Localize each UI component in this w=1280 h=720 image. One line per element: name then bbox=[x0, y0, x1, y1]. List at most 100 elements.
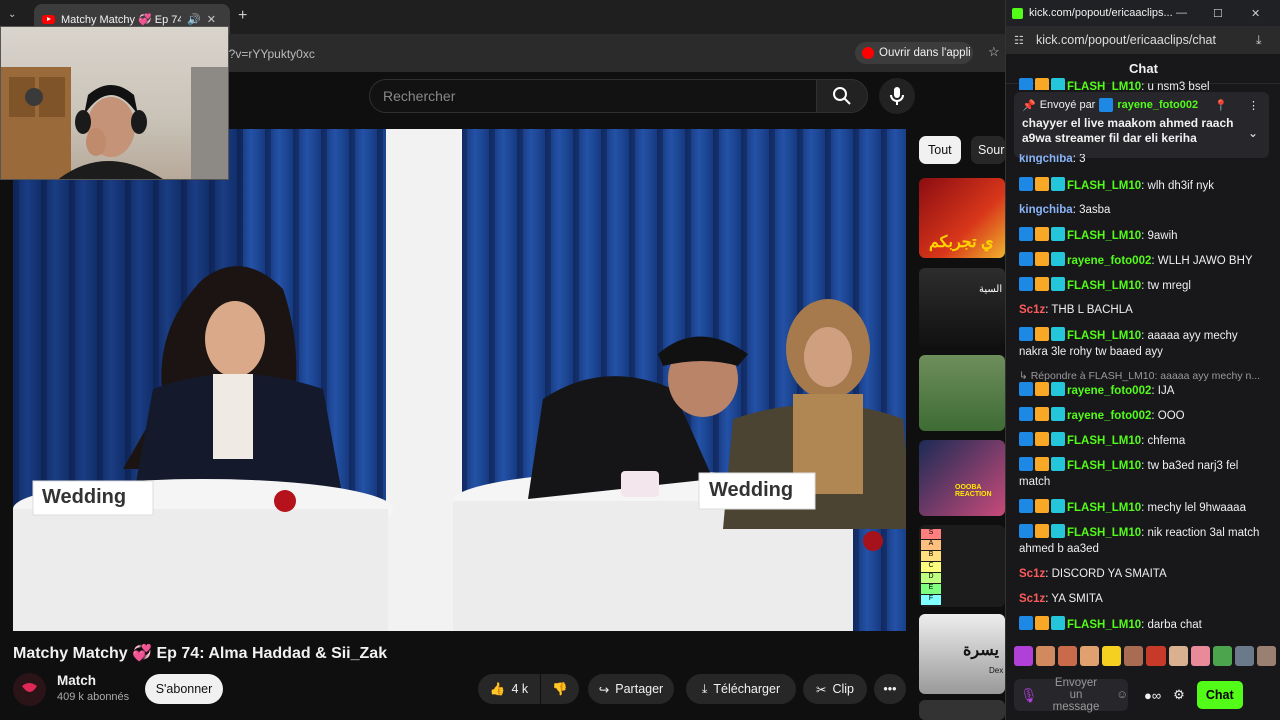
send-chat-button[interactable]: Chat bbox=[1196, 681, 1243, 709]
emote-icon[interactable] bbox=[1080, 646, 1100, 666]
chat-username[interactable]: FLASH_LM10 bbox=[1067, 280, 1141, 292]
chat-username[interactable]: Sc1z bbox=[1019, 593, 1045, 605]
chat-message: FLASH_LM10: tw mregl bbox=[1019, 277, 1269, 294]
share-label: Partager bbox=[615, 682, 664, 696]
chat-username[interactable]: FLASH_LM10 bbox=[1067, 460, 1141, 472]
chat-username[interactable]: FLASH_LM10 bbox=[1067, 502, 1141, 514]
close-window-icon[interactable]: ✕ bbox=[1251, 7, 1260, 20]
chat-username[interactable]: FLASH_LM10 bbox=[1067, 435, 1141, 447]
recommendation-thumbnail[interactable]: السية bbox=[919, 268, 1005, 346]
download-button[interactable]: ⤓ Télécharger bbox=[686, 674, 796, 704]
video-player[interactable]: Wedding Wedding bbox=[13, 129, 906, 631]
chip-sources[interactable]: Sour bbox=[971, 136, 1005, 164]
voice-search-button[interactable] bbox=[879, 78, 915, 114]
recommendation-thumbnail[interactable]: OOOBA REACTION bbox=[919, 440, 1005, 516]
recommendation-thumbnail[interactable]: S A B C D E F bbox=[919, 525, 1005, 607]
tab-title: Matchy Matchy 💞 Ep 74: A bbox=[61, 13, 181, 26]
chat-text: 9awih bbox=[1147, 230, 1178, 242]
emote-icon[interactable] bbox=[1102, 646, 1122, 666]
badge-icon bbox=[1019, 177, 1033, 191]
chat-username[interactable]: kingchiba bbox=[1019, 154, 1073, 164]
badge-icon bbox=[1051, 407, 1065, 421]
search-button[interactable] bbox=[816, 79, 868, 113]
emote-icon[interactable] bbox=[1168, 646, 1188, 666]
recommendation-thumbnail[interactable] bbox=[919, 355, 1005, 431]
share-icon: ↪ bbox=[598, 682, 610, 697]
badge-icon bbox=[1051, 227, 1065, 241]
chat-username[interactable]: FLASH_LM10 bbox=[1067, 527, 1141, 539]
tier-label: C bbox=[921, 562, 941, 572]
emote-icon[interactable] bbox=[1190, 646, 1210, 666]
chat-username[interactable]: Sc1z bbox=[1019, 568, 1045, 580]
subscriber-count: 409 k abonnés bbox=[57, 691, 130, 703]
search-input[interactable]: Rechercher bbox=[369, 79, 816, 113]
more-actions-button[interactable]: ••• bbox=[874, 674, 906, 704]
more-vertical-icon[interactable]: ⋮ bbox=[1248, 99, 1259, 112]
like-button[interactable]: 👍 4 k bbox=[478, 674, 540, 704]
bookmark-star-icon[interactable]: ☆ bbox=[988, 44, 1000, 60]
tier-label: E bbox=[921, 584, 941, 594]
recommendation-thumbnail[interactable]: يسرة Dex bbox=[919, 614, 1005, 694]
pin-icon: 📌 bbox=[1022, 99, 1036, 112]
channel-name[interactable]: Match bbox=[57, 673, 96, 688]
clip-button[interactable]: ✂ Clip bbox=[803, 674, 867, 704]
share-button[interactable]: ↪ Partager bbox=[588, 674, 674, 704]
chat-username[interactable]: FLASH_LM10 bbox=[1067, 81, 1141, 90]
chat-username[interactable]: FLASH_LM10 bbox=[1067, 619, 1141, 631]
emote-icon[interactable] bbox=[1058, 646, 1078, 666]
emote-icon[interactable] bbox=[1124, 646, 1144, 666]
chat-username[interactable]: rayene_foto002 bbox=[1067, 385, 1151, 397]
maximize-icon[interactable]: ☐ bbox=[1213, 7, 1223, 20]
chat-username[interactable]: Sc1z bbox=[1019, 304, 1045, 316]
site-settings-icon[interactable]: ☷ bbox=[1014, 34, 1024, 47]
thumbs-up-icon: 👍 bbox=[489, 681, 506, 696]
dislike-button[interactable]: 👎 bbox=[541, 674, 579, 704]
recommendation-thumbnail[interactable]: ي تجربكم bbox=[919, 178, 1005, 258]
chat-username[interactable]: rayene_foto002 bbox=[1067, 410, 1151, 422]
emote-icon[interactable] bbox=[1234, 646, 1254, 666]
emote-icon[interactable] bbox=[1256, 646, 1276, 666]
emote-icon[interactable] bbox=[1036, 646, 1056, 666]
youtube-favicon-icon bbox=[42, 14, 55, 24]
audio-icon[interactable]: 🔊 bbox=[187, 13, 201, 26]
chip-all[interactable]: Tout bbox=[919, 136, 961, 164]
chat-username[interactable]: FLASH_LM10 bbox=[1067, 230, 1141, 242]
chat-username[interactable]: FLASH_LM10 bbox=[1067, 180, 1141, 192]
kick-address-bar[interactable]: ☷ kick.com/popout/ericaaclips/chat ⤓ bbox=[1006, 26, 1280, 54]
thumbnail-text: OOOBA REACTION bbox=[955, 484, 992, 498]
chat-message: Sc1z: YA SMITA bbox=[1019, 593, 1103, 605]
chat-text: chfema bbox=[1147, 435, 1186, 447]
chat-username[interactable]: FLASH_LM10 bbox=[1067, 330, 1141, 342]
chat-text: 3asba bbox=[1079, 204, 1111, 216]
url-text: n?v=rYYpukty0xc bbox=[222, 47, 315, 61]
emote-icon[interactable] bbox=[1146, 646, 1166, 666]
expand-chevron-icon[interactable]: ⌄ bbox=[1248, 126, 1258, 140]
download-tray-icon[interactable]: ⤓ bbox=[1256, 33, 1262, 48]
badge-icon bbox=[1019, 252, 1033, 266]
settings-gear-icon[interactable]: ⚙ bbox=[1173, 687, 1185, 703]
badge-icon bbox=[1019, 382, 1033, 396]
chat-username[interactable]: rayene_foto002 bbox=[1067, 255, 1151, 267]
channel-avatar[interactable] bbox=[13, 673, 46, 706]
new-tab-icon[interactable]: + bbox=[238, 7, 247, 25]
emoji-icon[interactable]: ☺ bbox=[1116, 689, 1128, 701]
pinned-sender[interactable]: rayene_foto002 bbox=[1117, 99, 1198, 111]
subscribe-button[interactable]: S'abonner bbox=[145, 674, 223, 704]
microphone-icon[interactable]: 🎙 bbox=[1020, 688, 1038, 702]
chat-username[interactable]: kingchiba bbox=[1019, 204, 1073, 216]
chat-message-input[interactable]: 🎙 Envoyer un message ☺ bbox=[1014, 677, 1128, 713]
chat-text: 3 bbox=[1079, 154, 1086, 164]
crown-badge-icon bbox=[1035, 252, 1049, 266]
emote-icon[interactable] bbox=[1014, 646, 1034, 666]
kick-tools-icon[interactable]: ●∞ bbox=[1144, 688, 1161, 703]
minimize-icon[interactable]: — bbox=[1176, 7, 1187, 19]
recommendation-thumbnail[interactable] bbox=[919, 700, 1005, 720]
unpin-icon[interactable]: 📍 bbox=[1214, 99, 1228, 112]
open-in-app-button[interactable]: Ouvrir dans l'appli bbox=[855, 42, 973, 64]
crown-badge-icon bbox=[1035, 78, 1049, 90]
tab-close-icon[interactable]: ✕ bbox=[207, 13, 216, 26]
tab-list-chevron-icon[interactable]: ⌄ bbox=[8, 9, 16, 20]
chat-input-placeholder: Envoyer un message bbox=[1052, 677, 1100, 713]
emote-icon[interactable] bbox=[1212, 646, 1232, 666]
tier-label: F bbox=[921, 595, 941, 605]
